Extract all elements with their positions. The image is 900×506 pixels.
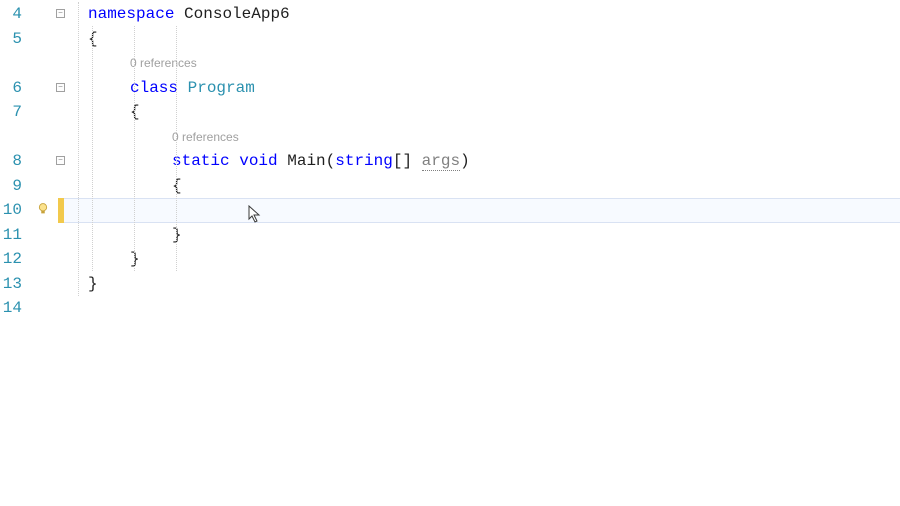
margin-row — [28, 174, 64, 199]
margin-row — [28, 149, 64, 174]
code-line[interactable]: { — [64, 27, 900, 52]
margin-row — [28, 125, 64, 150]
code-line[interactable]: } — [64, 223, 900, 248]
codelens-references[interactable]: 0 references — [64, 125, 900, 150]
token — [178, 79, 188, 97]
margin-row — [28, 198, 64, 223]
line-number: 8 — [0, 149, 22, 174]
line-number: 7 — [0, 100, 22, 125]
token: ConsoleApp6 — [184, 5, 290, 23]
token: void — [239, 152, 277, 170]
indent-guide — [176, 26, 177, 271]
line-number-gutter: 45 67 891011121314 — [0, 0, 28, 506]
code-line[interactable]: class Program — [64, 76, 900, 101]
margin-row — [28, 76, 64, 101]
code-line[interactable]: } — [64, 272, 900, 297]
line-number: 10 — [0, 198, 22, 223]
code-area[interactable]: namespace ConsoleApp6{0 referencesclass … — [64, 0, 900, 506]
code-line[interactable]: { — [64, 100, 900, 125]
token: args — [422, 152, 460, 171]
code-line[interactable]: } — [64, 247, 900, 272]
line-number: 13 — [0, 272, 22, 297]
lightbulb-icon[interactable] — [36, 202, 50, 216]
code-line[interactable]: { — [64, 174, 900, 199]
token: } — [88, 275, 98, 293]
token: static — [172, 152, 230, 170]
indent-guide — [78, 2, 79, 296]
token: Program — [188, 79, 255, 97]
line-number: 5 — [0, 27, 22, 52]
line-number — [0, 125, 22, 150]
token: string — [335, 152, 393, 170]
token: [] — [393, 152, 422, 170]
token: class — [130, 79, 178, 97]
indent-guide — [134, 26, 135, 271]
margin-row — [28, 100, 64, 125]
token: ) — [460, 152, 470, 170]
token — [230, 152, 240, 170]
editor-margin — [28, 0, 64, 506]
codelens-references[interactable]: 0 references — [64, 51, 900, 76]
margin-row — [28, 296, 64, 321]
code-line[interactable]: namespace ConsoleApp6 — [64, 2, 900, 27]
margin-row — [28, 247, 64, 272]
token — [174, 5, 184, 23]
code-line[interactable] — [64, 296, 900, 321]
margin-row — [28, 272, 64, 297]
token: Main — [287, 152, 325, 170]
token: ( — [326, 152, 336, 170]
token — [278, 152, 288, 170]
line-number: 4 — [0, 2, 22, 27]
line-number: 6 — [0, 76, 22, 101]
code-line[interactable]: static void Main(string[] args) — [64, 149, 900, 174]
indent-guide — [92, 26, 93, 271]
margin-row — [28, 51, 64, 76]
line-number: 12 — [0, 247, 22, 272]
line-number — [0, 51, 22, 76]
margin-row — [28, 2, 64, 27]
code-line[interactable] — [64, 198, 900, 223]
margin-row — [28, 223, 64, 248]
line-number: 9 — [0, 174, 22, 199]
line-number: 11 — [0, 223, 22, 248]
code-editor[interactable]: 4567891011121314 namespace ConsoleApp6{0… — [0, 0, 900, 506]
line-number: 14 — [0, 296, 22, 321]
margin-row — [28, 27, 64, 52]
token: namespace — [88, 5, 174, 23]
